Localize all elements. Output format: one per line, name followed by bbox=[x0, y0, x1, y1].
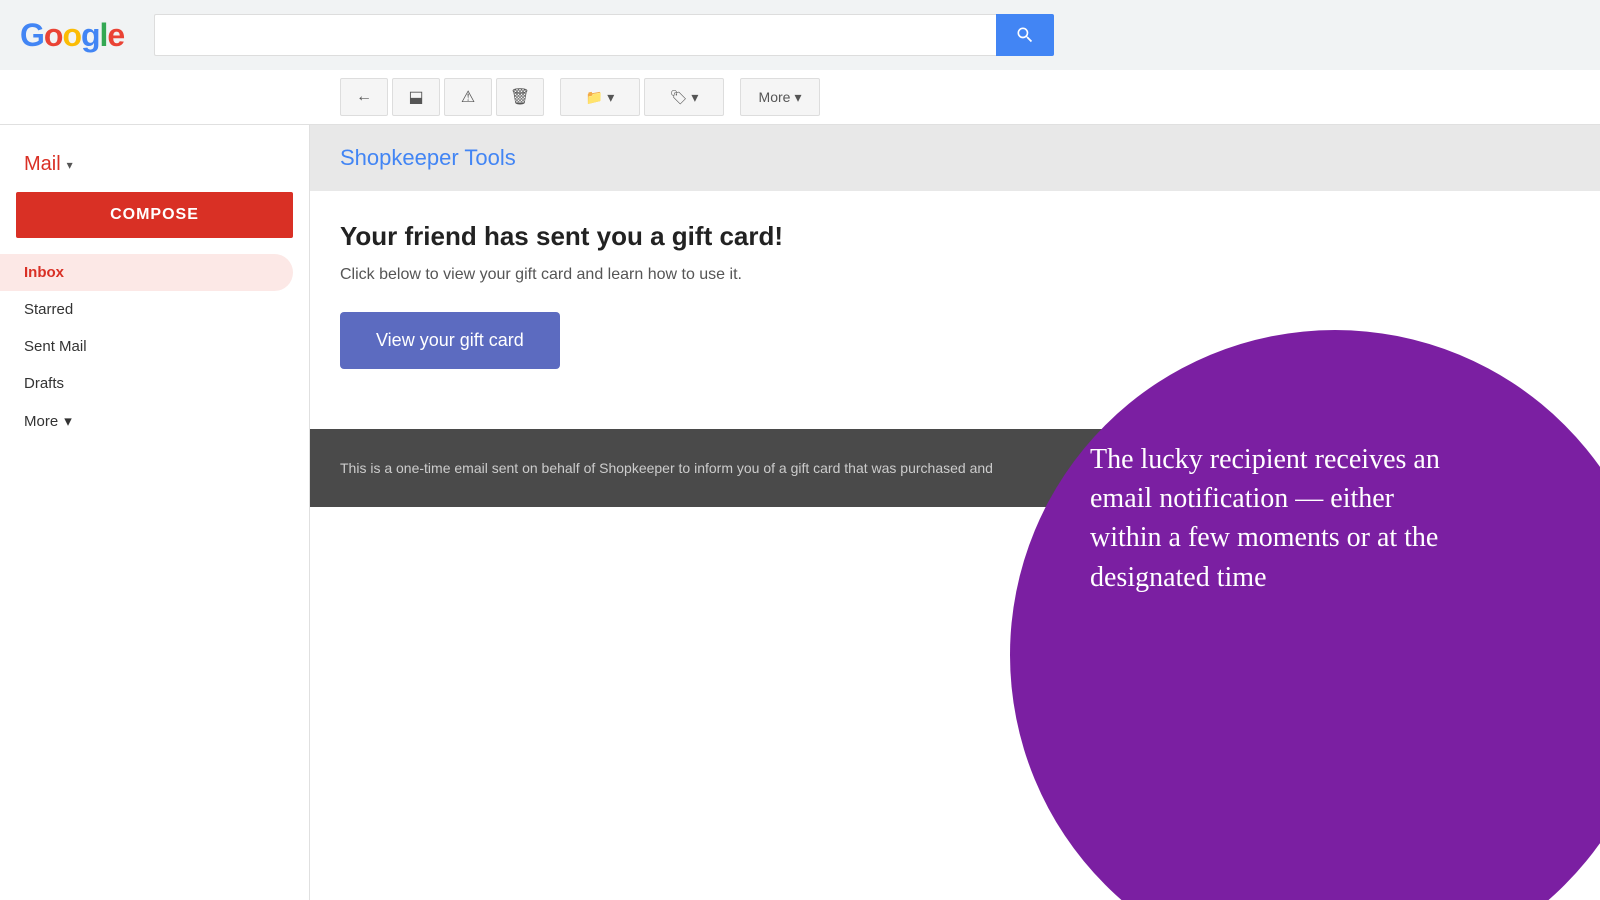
folder-button[interactable]: 📁 ▾ bbox=[560, 78, 640, 116]
email-subtitle: Click below to view your gift card and l… bbox=[340, 266, 1570, 284]
google-logo: Google bbox=[20, 17, 124, 54]
mail-label-text: Mail bbox=[24, 153, 61, 176]
label-dropdown-icon: ▾ bbox=[691, 89, 698, 106]
email-footer: This is a one-time email sent on behalf … bbox=[310, 429, 1180, 507]
logo-l: l bbox=[100, 17, 108, 54]
delete-button[interactable]: 🗑 bbox=[496, 78, 544, 116]
top-bar: Google bbox=[0, 0, 1600, 70]
sidebar-item-label: Sent Mail bbox=[24, 338, 87, 355]
sidebar-item-label: Drafts bbox=[24, 375, 64, 392]
search-bar-wrap bbox=[154, 14, 1054, 56]
sidebar-item-sent[interactable]: Sent Mail bbox=[0, 328, 293, 365]
email-footer-text: This is a one-time email sent on behalf … bbox=[340, 460, 993, 476]
mail-label-wrap: Mail ▾ bbox=[0, 141, 309, 192]
folder-icon: 📁 bbox=[586, 89, 603, 106]
spam-button[interactable]: ⚠ bbox=[444, 78, 492, 116]
back-icon: ← bbox=[356, 88, 372, 106]
sidebar-item-more[interactable]: More ▾ bbox=[0, 402, 293, 440]
logo-g: G bbox=[20, 17, 44, 54]
sidebar-item-label: Inbox bbox=[24, 264, 64, 281]
archive-icon: ⬓ bbox=[408, 87, 423, 107]
sidebar-item-inbox[interactable]: Inbox bbox=[0, 254, 293, 291]
sidebar-item-drafts[interactable]: Drafts bbox=[0, 365, 293, 402]
archive-button[interactable]: ⬓ bbox=[392, 78, 440, 116]
email-area: Shopkeeper Tools Your friend has sent yo… bbox=[310, 125, 1600, 900]
mail-label[interactable]: Mail ▾ bbox=[16, 149, 293, 180]
folder-dropdown-icon: ▾ bbox=[607, 89, 614, 106]
back-button[interactable]: ← bbox=[340, 78, 388, 116]
more-chevron-icon: ▾ bbox=[64, 412, 72, 430]
search-button[interactable] bbox=[996, 14, 1054, 56]
spam-icon: ⚠ bbox=[461, 87, 475, 107]
email-title: Your friend has sent you a gift card! bbox=[340, 221, 1570, 252]
more-dropdown-icon: ▾ bbox=[794, 89, 801, 106]
delete-icon: 🗑 bbox=[510, 87, 530, 107]
sidebar-item-label: More bbox=[24, 413, 58, 430]
logo-o2: o bbox=[62, 17, 81, 54]
more-label: More bbox=[759, 89, 791, 105]
logo-g2: g bbox=[81, 17, 100, 54]
label-button[interactable]: 🏷 ▾ bbox=[644, 78, 724, 116]
mail-chevron-icon: ▾ bbox=[67, 158, 73, 172]
sender-name: Shopkeeper Tools bbox=[340, 145, 1570, 171]
sidebar: Mail ▾ COMPOSE Inbox Starred Sent Mail D… bbox=[0, 125, 310, 900]
label-icon: 🏷 bbox=[670, 89, 688, 106]
logo-o1: o bbox=[44, 17, 63, 54]
overlay-text: The lucky recipient receives an email no… bbox=[1090, 440, 1470, 597]
logo-e: e bbox=[107, 17, 124, 54]
sidebar-item-starred[interactable]: Starred bbox=[0, 291, 293, 328]
more-button[interactable]: More ▾ bbox=[740, 78, 820, 116]
search-icon bbox=[1015, 25, 1035, 45]
main-layout: Mail ▾ COMPOSE Inbox Starred Sent Mail D… bbox=[0, 125, 1600, 900]
email-sender-header: Shopkeeper Tools bbox=[310, 125, 1600, 191]
search-input[interactable] bbox=[154, 14, 996, 56]
compose-button[interactable]: COMPOSE bbox=[16, 192, 293, 238]
view-gift-card-button[interactable]: View your gift card bbox=[340, 312, 560, 369]
toolbar: ← ⬓ ⚠ 🗑 📁 ▾ 🏷 ▾ More ▾ bbox=[0, 70, 1600, 125]
sidebar-item-label: Starred bbox=[24, 301, 73, 318]
